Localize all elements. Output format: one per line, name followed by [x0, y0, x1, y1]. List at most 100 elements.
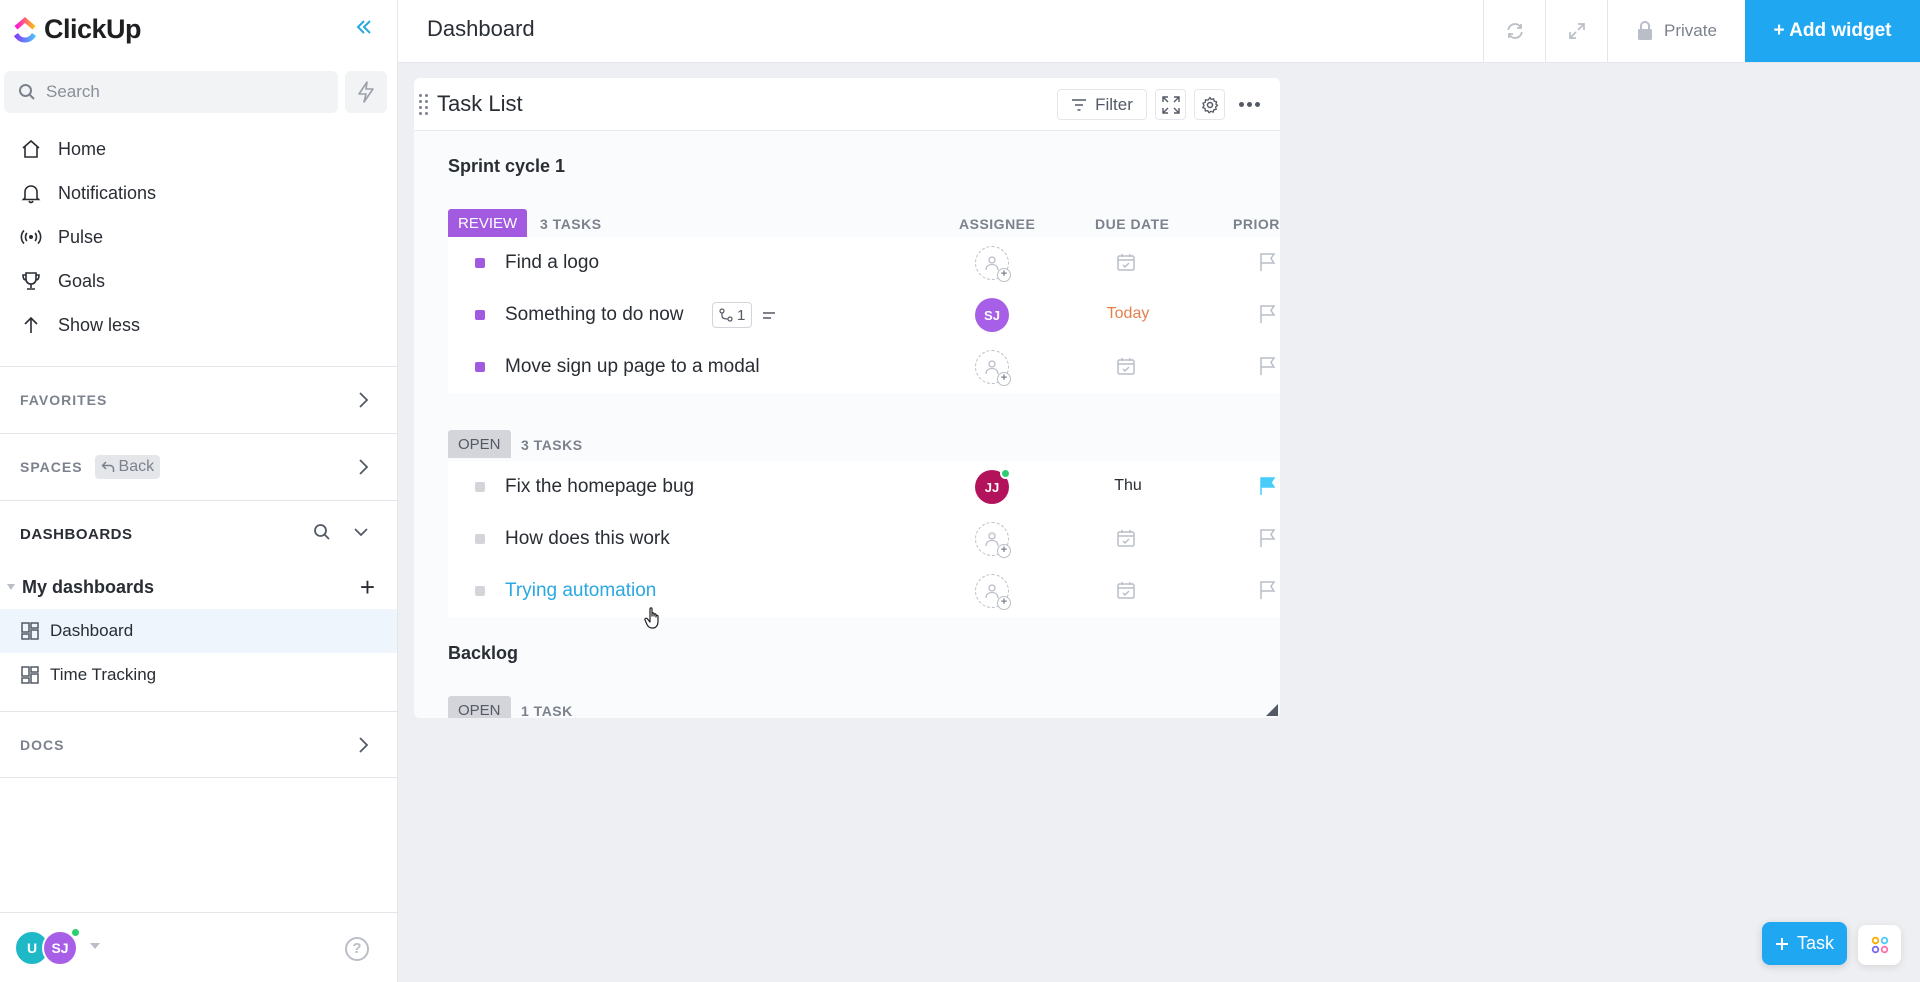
search-input[interactable]	[46, 82, 306, 102]
add-assignee-icon[interactable]: +	[975, 522, 1011, 558]
chevron-down-icon[interactable]	[353, 526, 369, 538]
online-status-dot	[1000, 468, 1011, 479]
dashboard-label: Dashboard	[50, 621, 134, 640]
caret-down-icon[interactable]	[90, 943, 100, 949]
task-name[interactable]: How does this work	[505, 528, 670, 550]
quick-actions-button[interactable]	[345, 71, 387, 113]
filter-button[interactable]: Filter	[1057, 89, 1147, 120]
dashboards-section: DASHBOARDS	[0, 500, 397, 567]
task-name[interactable]: Move sign up page to a modal	[505, 356, 760, 378]
new-task-button[interactable]: Task	[1762, 922, 1847, 965]
add-assignee-icon[interactable]: +	[975, 350, 1011, 386]
widget-title: Task List	[437, 91, 523, 116]
task-count: 3 TASKS	[540, 216, 602, 232]
main-nav: Home Notifications Pulse Goals Show less	[0, 127, 397, 347]
collapse-sidebar-button[interactable]	[350, 14, 378, 42]
flag-icon[interactable]	[1258, 528, 1278, 548]
flag-icon[interactable]	[1258, 304, 1278, 324]
widget-settings-button[interactable]	[1194, 89, 1225, 120]
favorites-title: FAVORITES	[20, 392, 108, 408]
column-due-date[interactable]: DUE DATE	[1095, 216, 1170, 232]
assignee-avatar[interactable]: SJ	[975, 298, 1009, 332]
nav-show-less[interactable]: Show less	[0, 303, 397, 347]
nav-notifications[interactable]: Notifications	[0, 171, 397, 215]
task-row[interactable]: Something to do now 1 SJ Today	[448, 289, 1280, 341]
spaces-section[interactable]: SPACES Back	[0, 433, 397, 500]
favorites-section[interactable]: FAVORITES	[0, 366, 397, 433]
task-row[interactable]: Find a logo +	[448, 237, 1280, 289]
refresh-button[interactable]	[1483, 0, 1545, 62]
status-square-icon[interactable]	[475, 362, 485, 372]
status-square-icon[interactable]	[475, 482, 485, 492]
online-status-dot	[70, 927, 81, 938]
task-name[interactable]: Something to do now	[505, 304, 684, 326]
task-name[interactable]: Fix the homepage bug	[505, 476, 694, 498]
flag-icon[interactable]	[1258, 580, 1278, 600]
widget-expand-button[interactable]	[1155, 89, 1186, 120]
privacy-button[interactable]: Private	[1607, 0, 1745, 62]
my-dashboards-header[interactable]: My dashboards +	[0, 567, 397, 607]
nav-goals[interactable]: Goals	[0, 259, 397, 303]
status-square-icon[interactable]	[475, 258, 485, 268]
calendar-icon[interactable]	[1116, 356, 1136, 376]
task-name[interactable]: Trying automation	[505, 580, 656, 602]
status-tag-review[interactable]: REVIEW	[448, 209, 528, 237]
help-icon[interactable]: ?	[345, 937, 369, 961]
status-square-icon[interactable]	[475, 534, 485, 544]
flag-icon[interactable]	[1258, 252, 1278, 272]
column-priority[interactable]: PRIOR	[1233, 216, 1280, 232]
task-row[interactable]: Move sign up page to a modal +	[448, 341, 1280, 393]
flag-icon[interactable]	[1258, 356, 1278, 376]
dashboard-label: Time Tracking	[50, 665, 157, 684]
nav-label: Goals	[58, 270, 106, 291]
due-date[interactable]: Thu	[1088, 477, 1168, 495]
caret-down-icon	[7, 584, 15, 590]
add-assignee-icon[interactable]: +	[975, 246, 1011, 282]
dashboard-icon	[21, 622, 39, 640]
status-tag-open[interactable]: OPEN	[448, 696, 511, 718]
docs-section[interactable]: DOCS	[0, 711, 397, 778]
apps-button[interactable]	[1858, 925, 1901, 965]
add-widget-button[interactable]: + Add widget	[1745, 0, 1920, 62]
expand-icon	[1568, 23, 1585, 39]
add-assignee-icon[interactable]: +	[975, 574, 1011, 610]
dashboard-item-time-tracking[interactable]: Time Tracking	[0, 653, 397, 697]
assignee-avatar[interactable]: JJ	[975, 468, 1011, 504]
task-row[interactable]: Trying automation +	[448, 565, 1280, 617]
calendar-icon[interactable]	[1116, 580, 1136, 600]
resize-handle-icon[interactable]	[1266, 704, 1278, 716]
nav-pulse[interactable]: Pulse	[0, 215, 397, 259]
spaces-back-button[interactable]: Back	[94, 455, 161, 479]
column-assignee[interactable]: ASSIGNEE	[959, 216, 1035, 232]
status-tag-open[interactable]: OPEN	[448, 430, 511, 458]
task-name[interactable]: Find a logo	[505, 252, 599, 274]
more-options-icon[interactable]	[1234, 89, 1265, 120]
due-date[interactable]: Today	[1088, 305, 1168, 323]
spaces-title: SPACES	[20, 459, 83, 475]
task-count: 3 TASKS	[521, 437, 583, 453]
add-dashboard-button[interactable]: +	[360, 574, 375, 600]
chevron-right-icon	[359, 392, 369, 408]
search-icon[interactable]	[313, 523, 331, 541]
group-title: Sprint cycle 1	[448, 156, 566, 176]
subtask-count: 1	[737, 306, 746, 324]
status-square-icon[interactable]	[475, 310, 485, 320]
fullscreen-button[interactable]	[1545, 0, 1607, 62]
subtask-chip[interactable]: 1	[712, 302, 753, 328]
drag-handle-icon[interactable]	[419, 94, 429, 116]
search-box[interactable]	[4, 71, 338, 113]
task-list-open: Fix the homepage bug JJ Thu How does thi…	[448, 461, 1280, 617]
task-button-label: Task	[1796, 933, 1834, 953]
task-row[interactable]: How does this work +	[448, 513, 1280, 565]
calendar-icon[interactable]	[1116, 528, 1136, 548]
calendar-icon[interactable]	[1116, 252, 1136, 272]
task-row[interactable]: Fix the homepage bug JJ Thu	[448, 461, 1280, 513]
status-square-icon[interactable]	[475, 586, 485, 596]
nav-home[interactable]: Home	[0, 127, 397, 171]
clickup-logo[interactable]: ClickUp	[12, 14, 142, 45]
dashboard-item-dashboard[interactable]: Dashboard	[0, 609, 397, 653]
priority-flag-icon[interactable]	[1258, 476, 1278, 496]
trophy-icon	[22, 272, 40, 290]
nav-label: Notifications	[58, 182, 157, 203]
apps-grid-icon	[1871, 936, 1888, 954]
